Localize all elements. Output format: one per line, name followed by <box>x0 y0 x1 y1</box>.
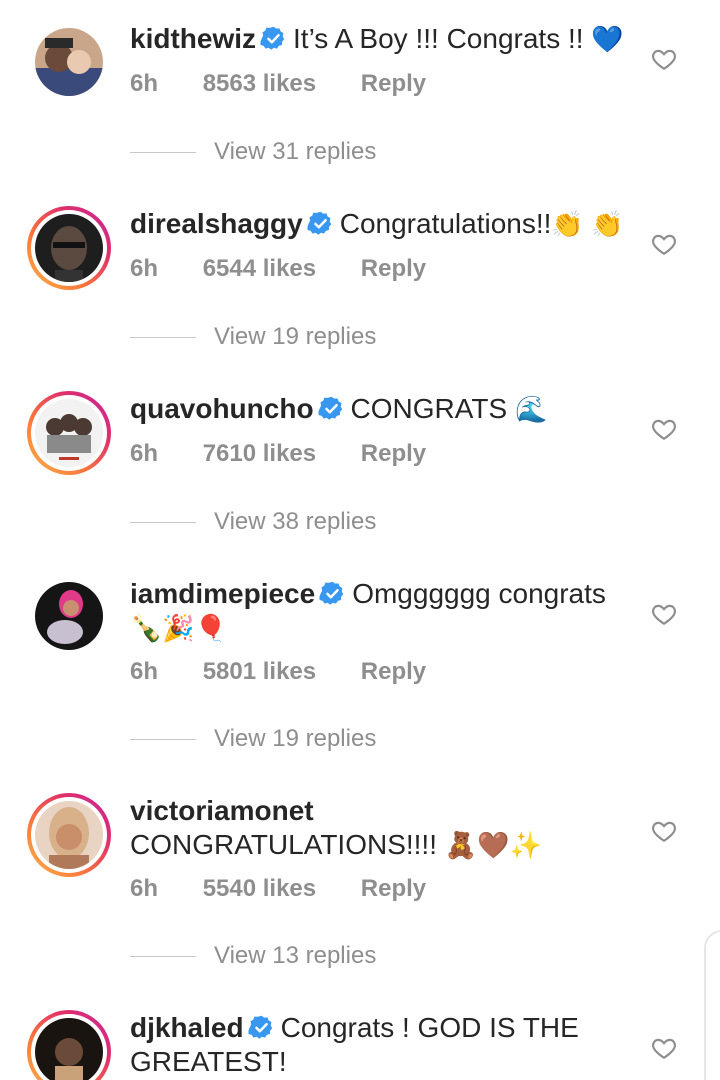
overlay-edge <box>704 930 720 1080</box>
view-replies-button[interactable]: View 19 replies <box>130 725 376 755</box>
divider-line <box>130 337 196 339</box>
reply-button[interactable]: Reply <box>361 440 426 468</box>
view-replies-button[interactable]: View 19 replies <box>130 323 376 353</box>
comment-time: 6h <box>130 875 159 902</box>
verified-badge-icon <box>317 396 342 420</box>
likes-count[interactable]: 8563 likes <box>203 70 316 98</box>
heart-outline-icon[interactable] <box>651 46 677 72</box>
comment-body: victoriamonet CONGRATULATIONS!!!! 🧸🤎✨ <box>130 794 630 862</box>
avatar[interactable] <box>27 391 111 475</box>
comment-emoji: 👏 👏 <box>551 209 624 239</box>
username[interactable]: djkhaled <box>130 1012 244 1043</box>
comment-time: 6h <box>130 440 159 467</box>
verified-badge-icon <box>319 581 344 605</box>
verified-badge-icon <box>307 211 331 235</box>
comment-meta: 6h 8563 likes Reply <box>130 70 426 98</box>
likes-count[interactable]: 7610 likes <box>203 440 316 468</box>
comment-text: Congratulations!! <box>339 208 552 239</box>
view-replies-button[interactable]: View 38 replies <box>130 508 376 538</box>
comment-emoji: 🍾🎉🎈 <box>130 613 228 643</box>
heart-outline-icon[interactable] <box>651 231 677 257</box>
likes-count[interactable]: 5540 likes <box>203 875 316 903</box>
username[interactable]: quavohuncho <box>130 393 314 424</box>
comment-body: direalshaggy Congratulations!!👏 👏 <box>130 207 630 241</box>
comment-body: kidthewiz It’s A Boy !!! Congrats !! 💙 <box>130 22 630 56</box>
comment-meta: 6h 6544 likes Reply <box>130 255 426 283</box>
comment-body: quavohuncho CONGRATS 🌊 <box>130 392 630 426</box>
likes-count[interactable]: 6544 likes <box>203 255 316 283</box>
avatar[interactable] <box>27 206 111 290</box>
divider-line <box>130 956 196 958</box>
comment-meta: 6h 5801 likes Reply <box>130 658 426 686</box>
avatar[interactable] <box>27 574 111 658</box>
view-replies-label: View 38 replies <box>214 508 377 535</box>
comment-time: 6h <box>130 70 159 97</box>
username[interactable]: iamdimepiece <box>130 578 315 609</box>
avatar[interactable] <box>27 1010 111 1080</box>
comment-time: 6h <box>130 658 159 685</box>
comment-emoji: 🌊 <box>514 394 548 424</box>
heart-outline-icon[interactable] <box>651 818 677 844</box>
comment-time: 6h <box>130 255 159 282</box>
likes-count[interactable]: 5801 likes <box>203 658 316 686</box>
divider-line <box>130 522 196 524</box>
heart-outline-icon[interactable] <box>651 601 677 627</box>
comment-meta: 6h 7610 likes Reply <box>130 440 426 468</box>
heart-outline-icon[interactable] <box>651 416 677 442</box>
verified-badge-icon <box>260 26 285 50</box>
reply-button[interactable]: Reply <box>361 255 426 283</box>
username[interactable]: kidthewiz <box>130 23 256 54</box>
comment-text: Omgggggg congrats <box>352 578 606 609</box>
username[interactable]: victoriamonet <box>130 795 314 826</box>
reply-button[interactable]: Reply <box>361 658 426 686</box>
comment-text: CONGRATS <box>350 393 508 424</box>
comment-meta: 6h 5540 likes Reply <box>130 875 426 903</box>
view-replies-button[interactable]: View 31 replies <box>130 138 376 168</box>
view-replies-label: View 19 replies <box>214 725 377 752</box>
comment-body: djkhaled Congrats ! GOD IS THE GREATEST! <box>130 1011 630 1079</box>
comment-body: iamdimepiece Omgggggg congrats 🍾🎉🎈 <box>130 577 630 645</box>
verified-badge-icon <box>248 1015 272 1039</box>
view-replies-label: View 31 replies <box>214 138 377 165</box>
avatar[interactable] <box>27 793 111 877</box>
username[interactable]: direalshaggy <box>130 208 303 239</box>
comment-emoji: 💙 <box>591 24 624 54</box>
view-replies-label: View 13 replies <box>214 942 377 969</box>
reply-button[interactable]: Reply <box>361 70 426 98</box>
avatar[interactable] <box>27 20 111 104</box>
divider-line <box>130 152 196 154</box>
comment-emoji: 🧸🤎✨ <box>444 830 542 860</box>
comments-feed: kidthewiz It’s A Boy !!! Congrats !! 💙 6h… <box>0 0 720 1080</box>
comment-text: CONGRATULATIONS!!!! <box>130 829 437 860</box>
view-replies-button[interactable]: View 13 replies <box>130 942 376 972</box>
comment-text: It’s A Boy !!! Congrats !! <box>293 23 584 54</box>
view-replies-label: View 19 replies <box>214 323 377 350</box>
divider-line <box>130 739 196 741</box>
reply-button[interactable]: Reply <box>361 875 426 903</box>
heart-outline-icon[interactable] <box>651 1035 677 1061</box>
